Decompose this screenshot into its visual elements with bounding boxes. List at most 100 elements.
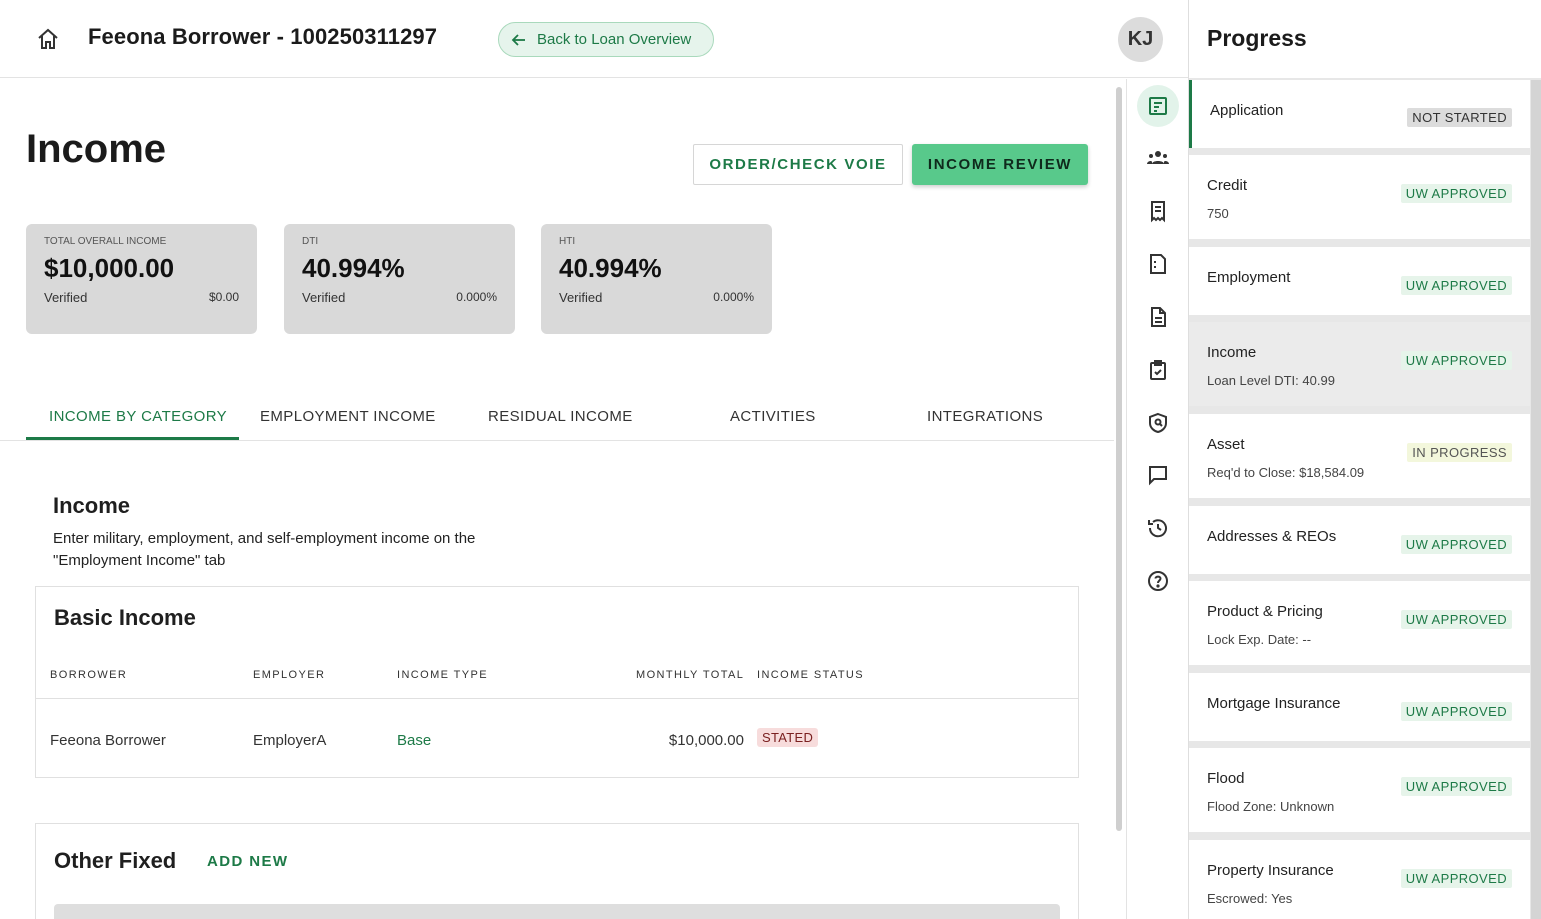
progress-item-property-insurance[interactable]: Property Insurance Escrowed: Yes UW APPR… [1189, 840, 1530, 919]
rail-help[interactable] [1137, 560, 1179, 602]
rail-people[interactable] [1137, 137, 1179, 179]
other-fixed-panel: Other Fixed ADD NEW [35, 823, 1079, 919]
tab-income-by-category[interactable]: INCOME BY CATEGORY [49, 408, 227, 425]
status-badge: UW APPROVED [1400, 184, 1512, 203]
progress-item-credit[interactable]: Credit 750 UW APPROVED [1189, 155, 1530, 239]
main-content: Income ORDER/CHECK VOIE INCOME REVIEW TO… [0, 79, 1114, 919]
add-new-button[interactable]: ADD NEW [207, 853, 288, 870]
rail-document-corner[interactable] [1137, 243, 1179, 285]
status-badge: STATED [757, 728, 819, 747]
progress-item-name: Employment [1207, 269, 1291, 286]
active-tab-indicator [26, 437, 239, 440]
document-lines-icon [1151, 307, 1166, 327]
rail-shield[interactable] [1137, 402, 1179, 444]
progress-title: Progress [1207, 25, 1307, 51]
card-value: 40.994% [302, 253, 405, 283]
progress-item-application[interactable]: Application NOT STARTED [1189, 80, 1530, 148]
status-badge: UW APPROVED [1400, 869, 1512, 888]
status-badge: UW APPROVED [1400, 535, 1512, 554]
progress-item-sub: Flood Zone: Unknown [1207, 799, 1335, 814]
loan-title: Feeona Borrower - 100250311297 [88, 24, 438, 49]
status-badge: UW APPROVED [1400, 351, 1512, 370]
summary-card-hti: HTI 40.994% Verified 0.000% [541, 224, 772, 334]
status-badge: UW APPROVED [1400, 702, 1512, 721]
progress-item-addresses[interactable]: Addresses & REOs UW APPROVED [1189, 506, 1530, 574]
progress-item-mortgage-insurance[interactable]: Mortgage Insurance UW APPROVED [1189, 673, 1530, 741]
cell-monthly-total: $10,000.00 [668, 732, 744, 749]
summary-card-dti: DTI 40.994% Verified 0.000% [284, 224, 515, 334]
progress-item-sub: Lock Exp. Date: -- [1207, 632, 1312, 647]
rail-checklist[interactable] [1137, 85, 1179, 127]
basic-income-title: Basic Income [54, 605, 196, 630]
card-value: $10,000.00 [44, 253, 175, 283]
card-label: TOTAL OVERALL INCOME [44, 236, 167, 247]
back-button-label: Back to Loan Overview [537, 31, 692, 48]
progress-item-name: Property Insurance [1207, 862, 1334, 879]
receipt-icon [1151, 201, 1165, 223]
page-title: Income [26, 127, 167, 171]
tab-activities[interactable]: ACTIVITIES [730, 408, 816, 425]
progress-item-name: Asset [1207, 436, 1245, 453]
card-foot-label: Verified [302, 290, 346, 305]
progress-item-sub: Escrowed: Yes [1207, 891, 1293, 906]
tab-residual-income[interactable]: RESIDUAL INCOME [488, 408, 633, 425]
card-foot-value: 0.000% [456, 290, 497, 304]
progress-item-sub: Req'd to Close: $18,584.09 [1207, 465, 1365, 480]
main-scrollbar[interactable] [1116, 87, 1122, 831]
progress-item-name: Mortgage Insurance [1207, 695, 1341, 712]
history-icon [1148, 519, 1167, 538]
progress-item-name: Flood [1207, 770, 1245, 787]
progress-item-employment[interactable]: Employment UW APPROVED [1189, 247, 1530, 315]
progress-scrollbar[interactable] [1531, 80, 1541, 919]
other-fixed-title: Other Fixed [54, 848, 177, 873]
clipboard-check-icon [1150, 360, 1166, 380]
cell-borrower: Feeona Borrower [50, 732, 166, 749]
status-badge: UW APPROVED [1400, 777, 1512, 796]
card-foot-value: 0.000% [713, 290, 754, 304]
status-badge: UW APPROVED [1400, 610, 1512, 629]
rail-clipboard[interactable] [1137, 349, 1179, 391]
arrow-left-icon [511, 33, 525, 46]
progress-item-sub: 750 [1207, 206, 1229, 221]
rail-document-lines[interactable] [1137, 296, 1179, 338]
user-avatar[interactable]: KJ [1118, 17, 1163, 62]
progress-item-asset[interactable]: Asset Req'd to Close: $18,584.09 IN PROG… [1189, 414, 1530, 498]
tab-employment-income[interactable]: EMPLOYMENT INCOME [260, 408, 436, 425]
status-badge: UW APPROVED [1400, 276, 1512, 295]
income-tabs: INCOME BY CATEGORY EMPLOYMENT INCOME RES… [0, 390, 1114, 441]
progress-panel: Progress Application NOT STARTED Credit … [1188, 0, 1541, 919]
card-foot-label: Verified [559, 290, 603, 305]
column-header-income-status: INCOME STATUS [757, 669, 865, 681]
top-bar: Feeona Borrower - 100250311297 Back to L… [0, 0, 1188, 78]
help-icon [1148, 571, 1168, 591]
rail-history[interactable] [1137, 507, 1179, 549]
progress-item-product-pricing[interactable]: Product & Pricing Lock Exp. Date: -- UW … [1189, 581, 1530, 665]
back-to-loan-overview-button[interactable]: Back to Loan Overview [498, 22, 714, 57]
income-review-button[interactable]: INCOME REVIEW [912, 144, 1088, 185]
side-icon-rail [1126, 79, 1187, 919]
progress-item-sub: Loan Level DTI: 40.99 [1207, 373, 1335, 388]
cell-income-type-link[interactable]: Base [397, 732, 431, 749]
card-foot-label: Verified [44, 290, 88, 305]
status-badge: NOT STARTED [1407, 108, 1512, 127]
section-title: Income [53, 493, 131, 518]
rail-receipt[interactable] [1137, 190, 1179, 232]
status-badge: IN PROGRESS [1407, 443, 1512, 462]
order-check-voie-button[interactable]: ORDER/CHECK VOIE [693, 144, 903, 185]
tab-integrations[interactable]: INTEGRATIONS [927, 408, 1043, 425]
card-label: DTI [302, 236, 319, 247]
progress-item-name: Income [1207, 344, 1257, 361]
basic-income-panel: Basic Income BORROWER EMPLOYER INCOME TY… [35, 586, 1079, 778]
progress-item-flood[interactable]: Flood Flood Zone: Unknown UW APPROVED [1189, 748, 1530, 832]
column-header-employer: EMPLOYER [253, 669, 326, 681]
home-icon[interactable] [36, 27, 60, 51]
card-value: 40.994% [559, 253, 662, 283]
card-foot-value: $0.00 [208, 290, 239, 304]
rail-chat[interactable] [1137, 454, 1179, 496]
column-header-monthly-total: MONTHLY TOTAL [636, 669, 745, 681]
column-header-income-type: INCOME TYPE [397, 669, 488, 681]
cell-employer: EmployerA [253, 732, 327, 749]
progress-item-name: Credit [1207, 177, 1248, 194]
table-divider [36, 698, 1078, 699]
progress-item-income[interactable]: Income Loan Level DTI: 40.99 UW APPROVED [1189, 322, 1530, 406]
